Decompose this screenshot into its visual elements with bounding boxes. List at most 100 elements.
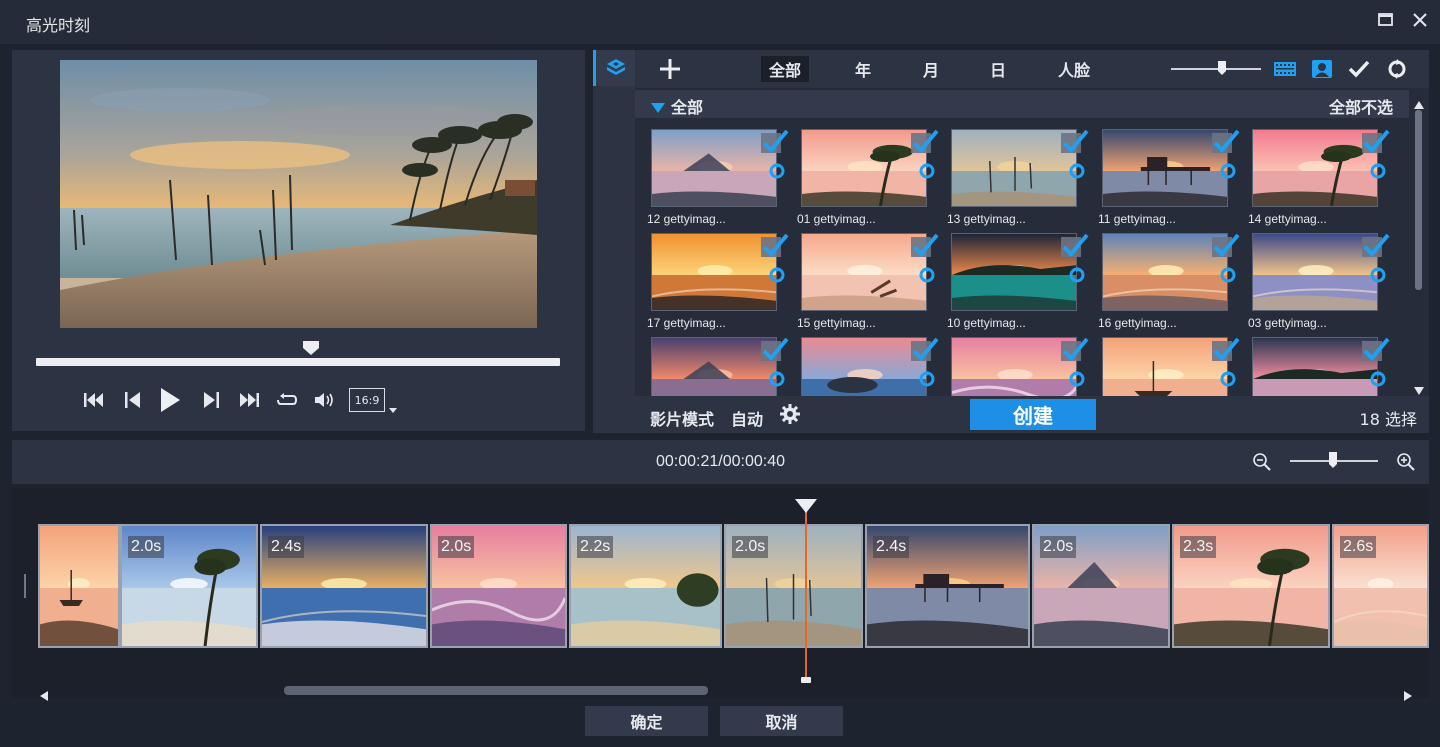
checkbox-checked-icon[interactable] (911, 233, 939, 261)
ok-button[interactable]: 确定 (585, 706, 708, 736)
checkbox-checked-icon[interactable] (1212, 129, 1240, 157)
thumbnail-image[interactable] (1252, 337, 1378, 396)
storyboard-clip[interactable] (38, 524, 120, 648)
thumbnail-label: 01 gettyimag... (797, 212, 876, 226)
play-icon[interactable] (156, 384, 184, 416)
checkmark-icon[interactable] (1347, 58, 1371, 80)
media-layers-icon[interactable] (593, 50, 635, 86)
tab-face[interactable]: 人脸 (1050, 56, 1098, 82)
title-bar: 高光时刻 (0, 0, 1440, 44)
playhead-line (805, 504, 807, 680)
maximize-icon[interactable] (1374, 8, 1398, 32)
close-icon[interactable] (1408, 8, 1432, 32)
thumbnail-image[interactable] (801, 129, 927, 207)
storyboard-clip[interactable]: 2.0s (1032, 524, 1170, 648)
thumbnail-image[interactable] (1252, 129, 1378, 207)
cancel-button[interactable]: 取消 (720, 706, 843, 736)
thumbnail-image[interactable] (1252, 233, 1378, 311)
aspect-ratio-button[interactable]: 16:9 (349, 388, 385, 412)
thumbnail-image[interactable] (801, 233, 927, 311)
checkbox-checked-icon[interactable] (1362, 233, 1390, 261)
scroll-right-icon[interactable] (1404, 686, 1412, 705)
storyboard-clip[interactable]: 2.0s (430, 524, 567, 648)
storyboard-clip[interactable]: 2.2s (569, 524, 722, 648)
timeline-toolbar: 00:00:21/00:00:40 (12, 440, 1429, 484)
checkbox-checked-icon[interactable] (761, 129, 789, 157)
step-forward-icon[interactable] (198, 384, 226, 416)
tab-month[interactable]: 月 (915, 56, 947, 82)
thumbnail-image[interactable] (801, 337, 927, 396)
checkbox-checked-icon[interactable] (761, 337, 789, 365)
skip-to-end-icon[interactable] (235, 384, 263, 416)
thumbnail-label: 15 gettyimag... (797, 316, 876, 330)
storyboard-clip[interactable]: 2.6s (1332, 524, 1429, 648)
clip-duration: 2.0s (438, 536, 475, 558)
thumbnail-size-handle[interactable] (1217, 60, 1227, 76)
checkbox-checked-icon[interactable] (1212, 337, 1240, 365)
checkbox-checked-icon[interactable] (911, 337, 939, 365)
thumbnail-image[interactable] (651, 233, 777, 311)
scroll-thumb[interactable] (1415, 110, 1422, 290)
storyboard-clip[interactable]: 2.3s (1172, 524, 1330, 648)
thumbnail-image[interactable] (951, 337, 1077, 396)
highlight-badge-icon (1370, 163, 1386, 179)
tab-year[interactable]: 年 (847, 56, 879, 82)
thumbnail-image[interactable] (951, 233, 1077, 311)
checkbox-checked-icon[interactable] (1061, 233, 1089, 261)
storyboard-clip[interactable]: 2.4s (260, 524, 428, 648)
thumbnail-label: 17 gettyimag... (647, 316, 726, 330)
thumbnail-image[interactable] (651, 129, 777, 207)
film-mode-value[interactable]: 自动 (731, 406, 763, 430)
timeline-zoom-handle[interactable] (1328, 451, 1338, 469)
deselect-all-button[interactable]: 全部不选 (1329, 94, 1393, 118)
group-header[interactable]: 全部 全部不选 (635, 90, 1409, 118)
highlight-badge-icon (919, 371, 935, 387)
volume-icon[interactable] (310, 384, 338, 416)
tab-day[interactable]: 日 (982, 56, 1014, 82)
checkbox-checked-icon[interactable] (911, 129, 939, 157)
checkbox-checked-icon[interactable] (1061, 337, 1089, 365)
thumbnail-image[interactable] (951, 129, 1077, 207)
checkbox-checked-icon[interactable] (1362, 337, 1390, 365)
film-mode-label: 影片模式 (650, 410, 715, 429)
media-library: 全部 年 月 日 人脸 全部 全部不选 12 gettyimag... 01 g… (593, 50, 1429, 433)
gear-icon[interactable] (779, 403, 801, 425)
track-grip[interactable] (24, 574, 26, 598)
tab-all[interactable]: 全部 (761, 56, 810, 82)
collapse-triangle-icon[interactable] (651, 98, 665, 113)
thumbnail-image[interactable] (1102, 129, 1228, 207)
refresh-icon[interactable] (1385, 58, 1409, 80)
repeat-icon[interactable] (273, 384, 301, 416)
timeline-scrollbar[interactable] (12, 684, 1429, 701)
playhead-handle[interactable] (795, 498, 817, 513)
step-back-icon[interactable] (118, 384, 146, 416)
thumbnail-label: 11 gettyimag... (1098, 212, 1176, 226)
scroll-thumb[interactable] (284, 686, 708, 695)
chevron-down-icon[interactable] (388, 400, 398, 413)
thumbnail-image[interactable] (1102, 337, 1228, 396)
scrubber-handle[interactable] (302, 340, 320, 356)
checkbox-checked-icon[interactable] (1212, 233, 1240, 261)
zoom-out-icon[interactable] (1252, 452, 1272, 472)
playhead-bottom-marker[interactable] (801, 677, 811, 683)
checkbox-checked-icon[interactable] (1061, 129, 1089, 157)
storyboard-clip[interactable]: 2.0s (120, 524, 258, 648)
highlight-badge-icon (1220, 371, 1236, 387)
scroll-left-icon[interactable] (40, 686, 48, 705)
create-button[interactable]: 创建 (970, 399, 1096, 430)
thumbnail-image[interactable] (651, 337, 777, 396)
library-footer: 影片模式 自动 创建 18 选择 (635, 396, 1429, 433)
storyboard-clip[interactable]: 2.0s (724, 524, 863, 648)
checkbox-checked-icon[interactable] (1362, 129, 1390, 157)
face-view-icon[interactable] (1310, 58, 1334, 80)
skip-to-start-icon[interactable] (80, 384, 108, 416)
storyboard-clip[interactable]: 2.4s (865, 524, 1030, 648)
checkbox-checked-icon[interactable] (761, 233, 789, 261)
filmstrip-view-icon[interactable] (1273, 58, 1297, 80)
thumbnail-image[interactable] (1102, 233, 1228, 311)
zoom-in-icon[interactable] (1396, 452, 1416, 472)
preview-scrubber[interactable] (36, 358, 560, 366)
thumbnail-size-slider[interactable] (1171, 68, 1261, 70)
library-scrollbar[interactable] (1409, 90, 1429, 396)
plus-icon[interactable] (655, 54, 685, 84)
